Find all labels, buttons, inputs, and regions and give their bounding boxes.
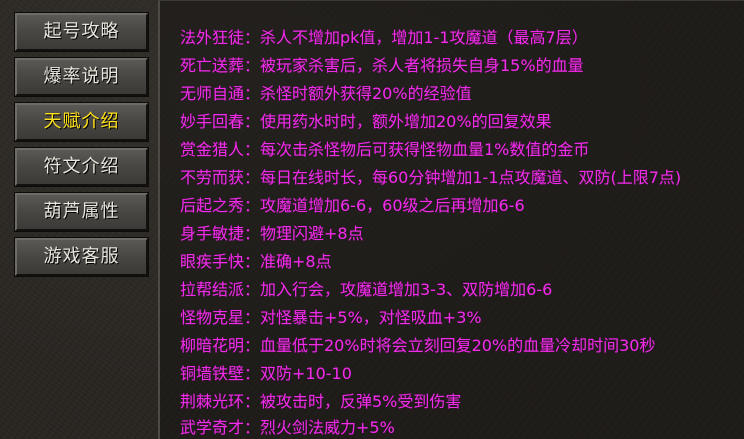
nav-button-drop-rates[interactable]: 爆率说明 — [15, 58, 148, 96]
talent-row: 死亡送葬：被玩家杀害后，杀人者将损失自身15%的血量 — [180, 56, 584, 75]
talent-row: 眼疾手快：准确+8点 — [180, 252, 332, 271]
talent-row: 铜墙铁壁：双防+10-10 — [180, 364, 352, 383]
talent-row: 拉帮结派：加入行会，攻魔道增加3-3、双防增加6-6 — [180, 280, 553, 299]
nav-button-start-guide[interactable]: 起号攻略 — [15, 13, 148, 51]
talent-row: 法外狂徒：杀人不增加pk值，增加1-1攻魔道（最高7层） — [180, 28, 588, 47]
talent-row: 妙手回春：使用药水时时，额外增加20%的回复效果 — [180, 112, 552, 131]
sidebar-nav: 起号攻略 爆率说明 天赋介绍 符文介绍 葫芦属性 游戏客服 — [0, 0, 158, 439]
game-panel: 起号攻略 爆率说明 天赋介绍 符文介绍 葫芦属性 游戏客服 法外狂徒：杀人不增加… — [0, 0, 744, 439]
nav-button-runes[interactable]: 符文介绍 — [15, 148, 148, 186]
talent-row: 身手敏捷：物理闪避+8点 — [180, 224, 364, 243]
nav-button-customer-service[interactable]: 游戏客服 — [15, 238, 148, 276]
nav-button-gourd-attributes[interactable]: 葫芦属性 — [15, 193, 148, 231]
talent-row: 武学奇才：烈火剑法威力+5% — [180, 418, 395, 437]
talent-row: 荆棘光环：被攻击时，反弹5%受到伤害 — [180, 392, 462, 411]
talent-row: 怪物克星：对怪暴击+5%，对怪吸血+3% — [180, 308, 482, 327]
talent-list-panel: 法外狂徒：杀人不增加pk值，增加1-1攻魔道（最高7层） 死亡送葬：被玩家杀害后… — [158, 0, 744, 439]
talent-row: 后起之秀：攻魔道增加6-6，60级之后再增加6-6 — [180, 196, 525, 215]
talent-row: 无师自通：杀怪时额外获得20%的经验值 — [180, 84, 472, 103]
talent-row: 赏金猎人：每次击杀怪物后可获得怪物血量1%数值的金币 — [180, 140, 590, 159]
nav-button-talents[interactable]: 天赋介绍 — [15, 103, 148, 141]
talent-row: 不劳而获：每日在线时长，每60分钟增加1-1点攻魔道、双防(上限7点) — [180, 168, 682, 187]
talent-row: 柳暗花明：血量低于20%时将会立刻回复20%的血量冷却时间30秒 — [180, 336, 656, 355]
